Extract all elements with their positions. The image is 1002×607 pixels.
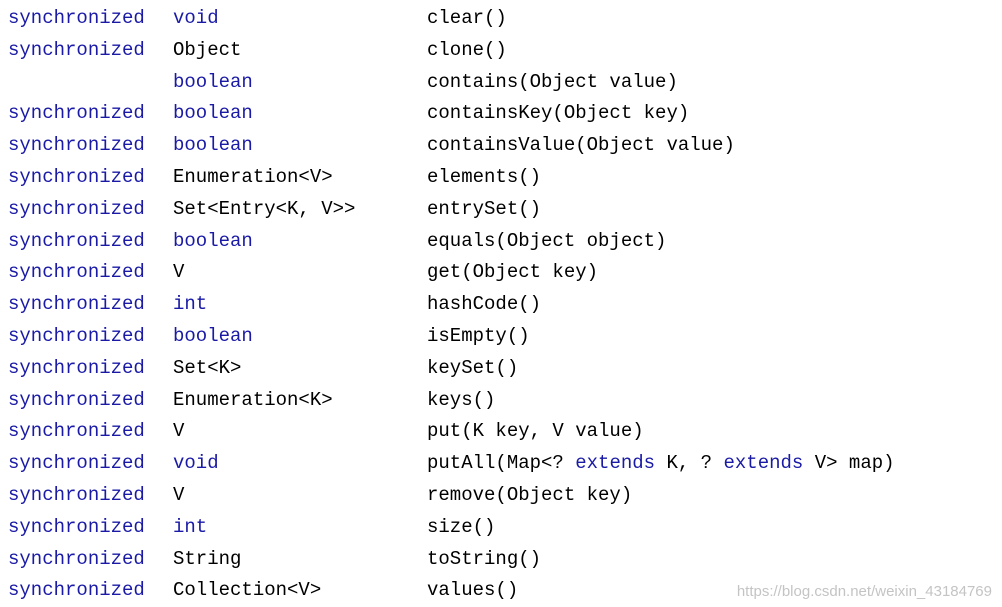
signature-text: elements() bbox=[427, 165, 542, 188]
method-return-type: boolean bbox=[173, 134, 253, 157]
method-signature: values() bbox=[427, 575, 518, 607]
method-return-type: int bbox=[173, 293, 208, 316]
method-return-type: Set<Entry<K, V>> bbox=[173, 197, 356, 220]
method-modifier: synchronized bbox=[8, 261, 145, 284]
signature-keyword: extends bbox=[575, 452, 656, 475]
method-row: synchronized int size() bbox=[8, 512, 1002, 544]
method-return-type: void bbox=[173, 7, 219, 29]
method-modifier: synchronized bbox=[8, 102, 145, 125]
signature-text: toString() bbox=[427, 547, 542, 570]
signature-text: size() bbox=[427, 515, 496, 538]
method-return-type: Collection<V> bbox=[173, 579, 322, 602]
method-row: synchronized Vremove(Object key) bbox=[8, 480, 1002, 512]
signature-text: clone() bbox=[427, 38, 507, 61]
method-row: synchronized int hashCode() bbox=[8, 289, 1002, 321]
method-signature: putAll(Map<? extends K, ? extends V> map… bbox=[427, 448, 895, 480]
method-row: synchronized Set<K> keySet() bbox=[8, 353, 1002, 385]
method-signature: keySet() bbox=[427, 353, 518, 385]
method-signature: containsValue(Object value) bbox=[427, 130, 735, 162]
signature-text: keys() bbox=[427, 388, 496, 411]
method-modifier: synchronized bbox=[8, 324, 145, 347]
method-signature: put(K key, V value) bbox=[427, 416, 644, 448]
signature-text: putAll(Map<? bbox=[427, 452, 576, 475]
signature-keyword: extends bbox=[723, 452, 804, 475]
method-modifier: synchronized bbox=[8, 515, 145, 538]
signature-text: clear() bbox=[427, 7, 507, 29]
method-modifier: synchronized bbox=[8, 483, 145, 506]
method-return-type: boolean bbox=[173, 229, 253, 252]
method-return-type: V bbox=[173, 483, 185, 506]
method-modifier: synchronized bbox=[8, 134, 145, 157]
method-row: synchronized boolean containsKey(Object ke… bbox=[8, 98, 1002, 130]
method-row: synchronized boolean equals(Object object) bbox=[8, 226, 1002, 258]
method-signature: isEmpty() bbox=[427, 321, 530, 353]
signature-text: equals(Object object) bbox=[427, 229, 667, 252]
method-row: synchronized Vput(K key, V value) bbox=[8, 416, 1002, 448]
method-modifier: synchronized bbox=[8, 452, 145, 475]
method-row: synchronized void clear() bbox=[8, 3, 1002, 35]
method-row: boolean contains(Object value) bbox=[8, 67, 1002, 99]
method-return-type: V bbox=[173, 420, 185, 443]
method-return-type: boolean bbox=[173, 102, 253, 125]
method-return-type: Enumeration<V> bbox=[173, 165, 333, 188]
method-signature: get(Object key) bbox=[427, 257, 598, 289]
method-modifier: synchronized bbox=[8, 197, 145, 220]
method-signature: entrySet() bbox=[427, 194, 541, 226]
signature-text: remove(Object key) bbox=[427, 483, 633, 506]
signature-text: containsKey(Object key) bbox=[427, 102, 690, 125]
method-modifier: synchronized bbox=[8, 165, 145, 188]
method-modifier: synchronized bbox=[8, 38, 145, 61]
method-signature: contains(Object value) bbox=[427, 67, 678, 99]
method-row: synchronized Vget(Object key) bbox=[8, 257, 1002, 289]
method-signature: hashCode() bbox=[427, 289, 541, 321]
method-return-type: boolean bbox=[173, 324, 253, 347]
method-signature: keys() bbox=[427, 385, 495, 417]
method-row: synchronized Enumeration<K> keys() bbox=[8, 385, 1002, 417]
method-modifier: synchronized bbox=[8, 7, 145, 29]
method-signature: clone() bbox=[427, 35, 507, 67]
method-row: synchronized Set<Entry<K, V>> entrySet() bbox=[8, 194, 1002, 226]
watermark-url: https://blog.csdn.net/weixin_43184769 bbox=[736, 583, 992, 600]
signature-text: containsValue(Object value) bbox=[427, 134, 735, 157]
method-return-type: void bbox=[173, 452, 219, 475]
method-row: synchronized String toString() bbox=[8, 544, 1002, 576]
method-modifier: synchronized bbox=[8, 579, 145, 602]
method-modifier: synchronized bbox=[8, 229, 145, 252]
method-signature: elements() bbox=[427, 162, 541, 194]
method-return-type: int bbox=[173, 515, 208, 538]
method-summary-list: synchronized void clear() synchronized Objec… bbox=[8, 3, 1002, 607]
signature-text: isEmpty() bbox=[427, 324, 530, 347]
method-return-type: V bbox=[173, 261, 185, 284]
signature-text: K, ? bbox=[655, 452, 724, 475]
method-modifier: synchronized bbox=[8, 356, 145, 379]
method-modifier: synchronized bbox=[8, 547, 145, 570]
method-return-type: Object bbox=[173, 38, 242, 61]
method-signature: size() bbox=[427, 512, 495, 544]
signature-text: hashCode() bbox=[427, 293, 542, 316]
method-row: synchronized Enumeration<V> elements() bbox=[8, 162, 1002, 194]
signature-text: contains(Object value) bbox=[427, 70, 678, 93]
signature-text: V> map) bbox=[803, 452, 895, 475]
signature-text: get(Object key) bbox=[427, 261, 599, 284]
method-return-type: boolean bbox=[173, 70, 253, 93]
method-signature: clear() bbox=[427, 3, 507, 35]
method-signature: remove(Object key) bbox=[427, 480, 632, 512]
method-return-type: Set<K> bbox=[173, 356, 242, 379]
method-return-type: Enumeration<K> bbox=[173, 388, 333, 411]
signature-text: entrySet() bbox=[427, 197, 542, 220]
method-return-type: String bbox=[173, 547, 242, 570]
method-row: synchronized void putAll(Map<? extends K, … bbox=[8, 448, 1002, 480]
method-signature: containsKey(Object key) bbox=[427, 98, 689, 130]
method-modifier: synchronized bbox=[8, 293, 145, 316]
method-signature: equals(Object object) bbox=[427, 226, 666, 258]
method-row: synchronized boolean isEmpty() bbox=[8, 321, 1002, 353]
signature-text: values() bbox=[427, 579, 519, 602]
method-row: synchronized Object clone() bbox=[8, 35, 1002, 67]
method-signature: toString() bbox=[427, 544, 541, 576]
signature-text: put(K key, V value) bbox=[427, 420, 644, 443]
method-row: synchronized boolean containsValue(Object … bbox=[8, 130, 1002, 162]
method-modifier: synchronized bbox=[8, 388, 145, 411]
signature-text: keySet() bbox=[427, 356, 519, 379]
method-modifier: synchronized bbox=[8, 420, 145, 443]
